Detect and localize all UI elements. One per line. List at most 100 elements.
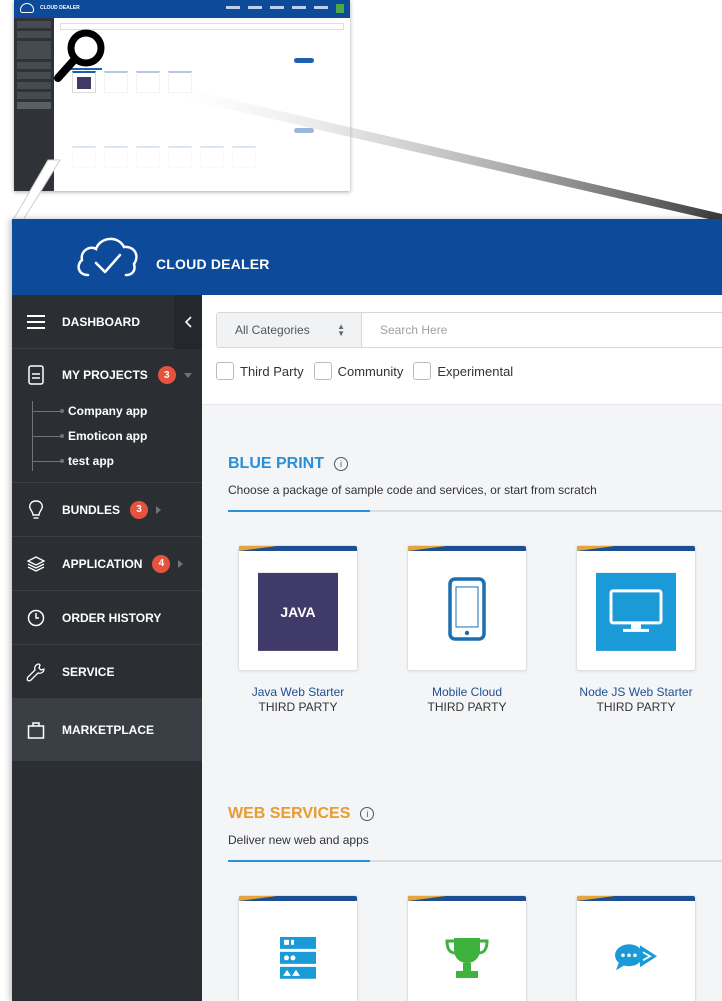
sidebar-item-order-history[interactable]: ORDER HISTORY <box>12 591 202 645</box>
section-divider <box>228 510 722 512</box>
collapse-sidebar-button[interactable] <box>174 295 202 349</box>
main-content: All Categories ▲▼ Third Party Community <box>202 295 722 1001</box>
chevron-right-icon <box>178 559 184 568</box>
checkbox-third-party[interactable]: Third Party <box>216 362 304 380</box>
checkbox-community[interactable]: Community <box>313 362 403 380</box>
java-tile-icon: JAVA <box>258 572 338 651</box>
card-caption: Mobile Cloud THIRD PARTY <box>392 685 542 715</box>
sidebar-item-marketplace[interactable]: MARKETPLACE <box>12 699 202 761</box>
section-title-text: WEB SERVICES <box>228 805 351 822</box>
card-topbar <box>239 896 357 901</box>
smartphone-icon <box>448 577 486 646</box>
thumbnail-card <box>136 71 160 93</box>
sidebar-item-label: DASHBOARD <box>62 314 140 329</box>
thumbnail-card <box>168 71 192 93</box>
info-icon[interactable]: i <box>334 457 348 471</box>
select-arrows-icon: ▲ ▼ <box>337 322 345 338</box>
sidebar-item-label: SERVICE <box>62 664 115 679</box>
chevron-down-icon <box>183 372 192 378</box>
projects-count-badge: 3 <box>157 366 176 384</box>
blueprint-card-mobile-cloud[interactable] <box>407 545 527 671</box>
card-topbar <box>408 546 526 551</box>
thumbnail-overlay <box>54 108 350 191</box>
blueprint-card-java[interactable]: JAVA <box>238 545 358 671</box>
card-title[interactable]: Mobile Cloud <box>392 685 542 700</box>
layers-icon <box>26 554 46 574</box>
page: CLOUD DEALER CLOUD DEALER DASHBOARD MY P… <box>0 0 722 1001</box>
thumbnail-avatar <box>336 4 344 13</box>
card-caption: Java Web Starter THIRD PARTY <box>223 685 373 715</box>
section-subtitle: Choose a package of sample code and serv… <box>228 483 597 497</box>
project-item[interactable]: Company app <box>32 401 147 421</box>
document-icon <box>26 365 46 385</box>
web-service-card[interactable] <box>576 895 696 1001</box>
sidebar-item-application[interactable]: APPLICATION 4 <box>12 537 202 591</box>
sidebar: DASHBOARD MY PROJECTS 3 Company app Emot… <box>12 295 202 1001</box>
thumbnail-pill <box>294 58 314 63</box>
info-icon[interactable]: i <box>360 807 375 821</box>
checkbox-box[interactable] <box>413 362 432 380</box>
checkbox-experimental[interactable]: Experimental <box>413 362 513 380</box>
top-header: CLOUD DEALER <box>12 219 722 295</box>
card-topbar <box>577 896 695 901</box>
search-input[interactable] <box>362 313 722 347</box>
sidebar-item-dashboard[interactable]: DASHBOARD <box>12 295 202 349</box>
chevron-left-icon <box>184 316 192 328</box>
cloud-check-logo-icon <box>77 237 138 277</box>
blueprint-card-node-js[interactable] <box>576 545 696 671</box>
category-select[interactable]: All Categories ▲ ▼ <box>217 313 362 347</box>
chevron-right-icon <box>156 505 162 514</box>
application-count-badge: 4 <box>152 554 171 573</box>
section-title-text: BLUE PRINT <box>228 455 324 472</box>
card-topbar <box>577 546 695 551</box>
tree-branch <box>32 458 64 463</box>
clock-icon <box>26 608 46 628</box>
sidebar-item-my-projects[interactable]: MY PROJECTS 3 <box>12 349 202 401</box>
bag-icon <box>26 720 46 740</box>
project-name: Company app <box>68 404 148 418</box>
project-tree: Company app Emoticon app test app <box>12 401 202 483</box>
sidebar-item-label: APPLICATION <box>62 556 143 571</box>
web-service-card[interactable] <box>407 895 527 1001</box>
thumbnail-sidebar <box>14 18 54 191</box>
sidebar-item-service[interactable]: SERVICE <box>12 645 202 699</box>
project-name: Emoticon app <box>68 429 148 443</box>
thumbnail-header: CLOUD DEALER <box>14 0 350 18</box>
checkbox-label: Third Party <box>240 363 304 379</box>
sidebar-item-label: MY PROJECTS <box>62 368 148 382</box>
project-item[interactable]: test app <box>32 451 114 471</box>
wrench-icon <box>26 662 46 682</box>
web-service-card[interactable] <box>238 895 358 1001</box>
sidebar-item-label: BUNDLES <box>62 502 121 517</box>
checkbox-box[interactable] <box>313 362 332 380</box>
checkbox-box[interactable] <box>216 362 234 380</box>
trophy-icon <box>444 936 490 985</box>
thumbnail-nav <box>226 6 328 9</box>
section-title-blueprint: BLUE PRINT i <box>228 455 348 473</box>
card-tag: THIRD PARTY <box>596 700 676 714</box>
section-divider-accent <box>228 510 370 512</box>
tree-branch <box>32 408 64 413</box>
monitor-icon <box>596 572 676 651</box>
card-topbar <box>408 896 526 901</box>
app-window: CLOUD DEALER DASHBOARD MY PROJECTS 3 Com… <box>12 219 722 1001</box>
checkbox-label: Experimental <box>437 363 514 379</box>
chat-forward-icon <box>614 942 658 977</box>
server-icon <box>280 936 316 984</box>
filter-panel: All Categories ▲▼ Third Party Community <box>202 295 722 405</box>
project-name: test app <box>68 454 115 468</box>
card-tag: THIRD PARTY <box>427 700 507 714</box>
section-divider <box>228 860 722 862</box>
section-subtitle: Deliver new web and apps <box>228 833 369 847</box>
card-title[interactable]: Java Web Starter <box>223 685 373 700</box>
filter-checkboxes: Third Party Community Experimental <box>216 362 523 380</box>
card-topbar <box>239 546 357 551</box>
card-title[interactable]: Node JS Web Starter <box>561 685 711 700</box>
brand-name: CLOUD DEALER <box>156 256 270 272</box>
category-select-value: All Categories <box>235 323 310 337</box>
section-divider-accent <box>228 860 370 862</box>
thumbnail-brand: CLOUD DEALER <box>40 5 80 11</box>
project-item[interactable]: Emoticon app <box>32 426 147 446</box>
magnifier-icon <box>54 29 105 82</box>
sidebar-item-bundles[interactable]: BUNDLES 3 <box>12 483 202 537</box>
